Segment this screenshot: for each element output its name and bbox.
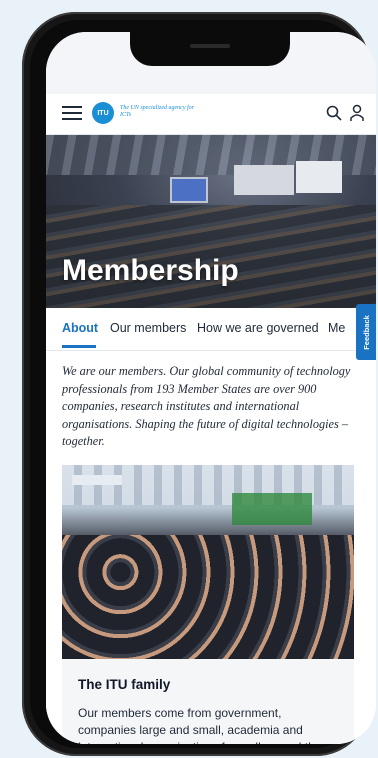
intro-text: We are our members. Our global community… — [62, 364, 351, 448]
photo-booth-sign — [72, 475, 122, 485]
page-title: Membership — [62, 254, 239, 287]
tab-our-members[interactable]: Our members — [110, 321, 186, 335]
hero-wall-panel — [234, 165, 294, 195]
hero-stage-screen — [170, 177, 208, 203]
exhibition-photo — [62, 465, 354, 659]
user-icon[interactable] — [350, 104, 364, 122]
phone-screen: ITU The UN specialized agency for ICTs M… — [46, 32, 376, 744]
card-text: Our members come from government, compan… — [78, 706, 321, 744]
section-tabs: About Our members How we are governed Me — [46, 308, 376, 351]
photo-booth — [232, 493, 312, 525]
notch — [130, 32, 290, 66]
search-icon[interactable] — [326, 105, 342, 121]
tab-about[interactable]: About — [62, 321, 98, 335]
itu-logo[interactable]: ITU — [92, 102, 114, 124]
photo-crowd — [62, 535, 354, 659]
feedback-label: Feedback — [361, 314, 371, 350]
main-content: We are our members. Our global community… — [46, 351, 376, 744]
feedback-button[interactable]: Feedback — [356, 304, 376, 360]
speaker — [190, 44, 230, 48]
hero-wall-panel — [296, 161, 342, 193]
active-tab-indicator — [62, 345, 96, 348]
menu-icon[interactable] — [62, 106, 82, 120]
tab-more[interactable]: Me — [328, 321, 345, 335]
card-title: The ITU family — [78, 677, 171, 692]
itu-family-card[interactable]: The ITU family Our members come from gov… — [62, 659, 354, 744]
logo-tagline: The UN specialized agency for ICTs — [120, 105, 194, 118]
tab-how-we-are-governed[interactable]: How we are governed — [197, 321, 319, 335]
site-header: ITU The UN specialized agency for ICTs — [46, 94, 376, 135]
